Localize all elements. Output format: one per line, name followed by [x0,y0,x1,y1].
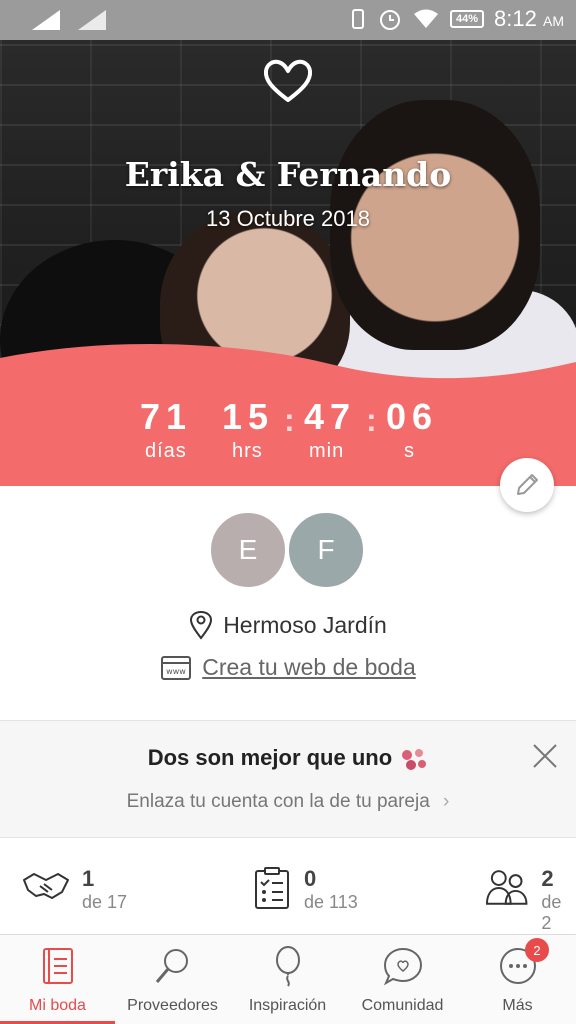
countdown-days: 71 [140,396,193,437]
banner-title-row: Dos son mejor que uno [0,745,576,772]
link-partner-banner[interactable]: Dos son mejor que uno Enlaza tu cuenta c… [0,720,576,838]
stats-row: 1 de 17 0 de 113 2 de 2 [0,838,576,934]
nav-mi-boda[interactable]: Mi boda [0,935,115,1024]
nav-inspiracion[interactable]: Inspiración [230,935,345,1024]
nav-label: Inspiración [248,997,327,1014]
chevron-right-icon: › [443,791,450,812]
stat-value: 1 [82,866,95,891]
vibrate-icon [352,9,365,29]
countdown-seconds: 06 [386,396,439,437]
balloon-icon [276,946,300,987]
stat-value: 2 [541,866,554,891]
chat-heart-icon [383,947,423,986]
nav-proveedores[interactable]: Proveedores [115,935,230,1024]
nav-label: Más [502,997,533,1014]
countdown-seconds-label: s [404,440,415,462]
hero-banner: Erika & Fernando 13 Octubre 2018 71 días… [0,40,576,486]
nav-comunidad[interactable]: Comunidad [345,935,460,1024]
stat-total: de 2 [541,892,562,933]
heart-icon [263,59,313,102]
stat-tasks-done[interactable]: 0 de 113 [252,866,358,913]
banner-subtitle: Enlaza tu cuenta con la de tu pareja [126,791,430,812]
hearts-icon [402,749,427,771]
countdown-separator: : [284,402,295,438]
close-icon[interactable] [530,741,560,771]
venue[interactable]: Hermoso Jardín [0,610,576,640]
battery-indicator: 44% [450,10,485,28]
nav-mas[interactable]: Más [460,935,575,1024]
countdown-hours: 15 [222,396,275,437]
bottom-navigation: Mi boda Proveedores Inspiración Comunida… [0,934,576,1024]
wedding-date: 13 Octubre 2018 [206,206,370,231]
couple-name: Erika & Fernando [124,155,452,194]
handshake-icon [23,873,69,899]
guests-icon [485,870,528,905]
banner-title: Dos son mejor que uno [147,745,393,770]
status-bar: 44% 8:12 AM [0,0,576,40]
countdown-hours-label: hrs [232,440,263,462]
location-pin-icon [190,610,213,640]
venue-name: Hermoso Jardín [223,611,387,638]
stat-total: de 17 [82,892,128,912]
avatar-partner-1[interactable]: E [208,510,288,590]
countdown: 71 días 15 hrs : 47 min : 06 s [0,396,576,486]
checklist-icon [255,867,289,909]
svg-text:www: www [166,667,186,676]
edit-button[interactable] [500,458,554,512]
notification-badge: 2 [525,938,549,962]
stat-total: de 113 [304,892,358,912]
wifi-icon [414,9,439,28]
nav-label: Mi boda [29,997,86,1014]
create-web-link[interactable]: Crea tu web de boda [202,654,416,681]
countdown-minutes-label: min [309,440,345,462]
signal-icon [32,10,60,30]
magnifier-icon [155,949,188,983]
notebook-icon [43,948,73,984]
nav-label: Comunidad [361,997,444,1014]
alarm-icon [380,10,401,30]
create-wedding-web[interactable]: www Crea tu web de boda [0,654,576,681]
web-browser-icon: www [161,655,192,680]
countdown-separator: : [366,402,377,438]
clock: 8:12 AM [494,6,564,32]
stat-guests[interactable]: 2 de 2 [484,866,576,934]
nav-label: Proveedores [127,997,218,1014]
avatar-partner-2[interactable]: F [286,510,366,590]
stat-vendors-hired[interactable]: 1 de 17 [22,866,127,913]
countdown-minutes: 47 [304,396,357,437]
signal-indicators [30,8,112,32]
signal-icon [78,10,106,30]
countdown-days-label: días [145,440,187,462]
clock-ampm: AM [543,13,564,29]
stat-value: 0 [304,866,317,891]
banner-subtitle-row[interactable]: Enlaza tu cuenta con la de tu pareja › [0,791,576,813]
clock-time: 8:12 [494,6,537,31]
pencil-icon [517,474,538,495]
